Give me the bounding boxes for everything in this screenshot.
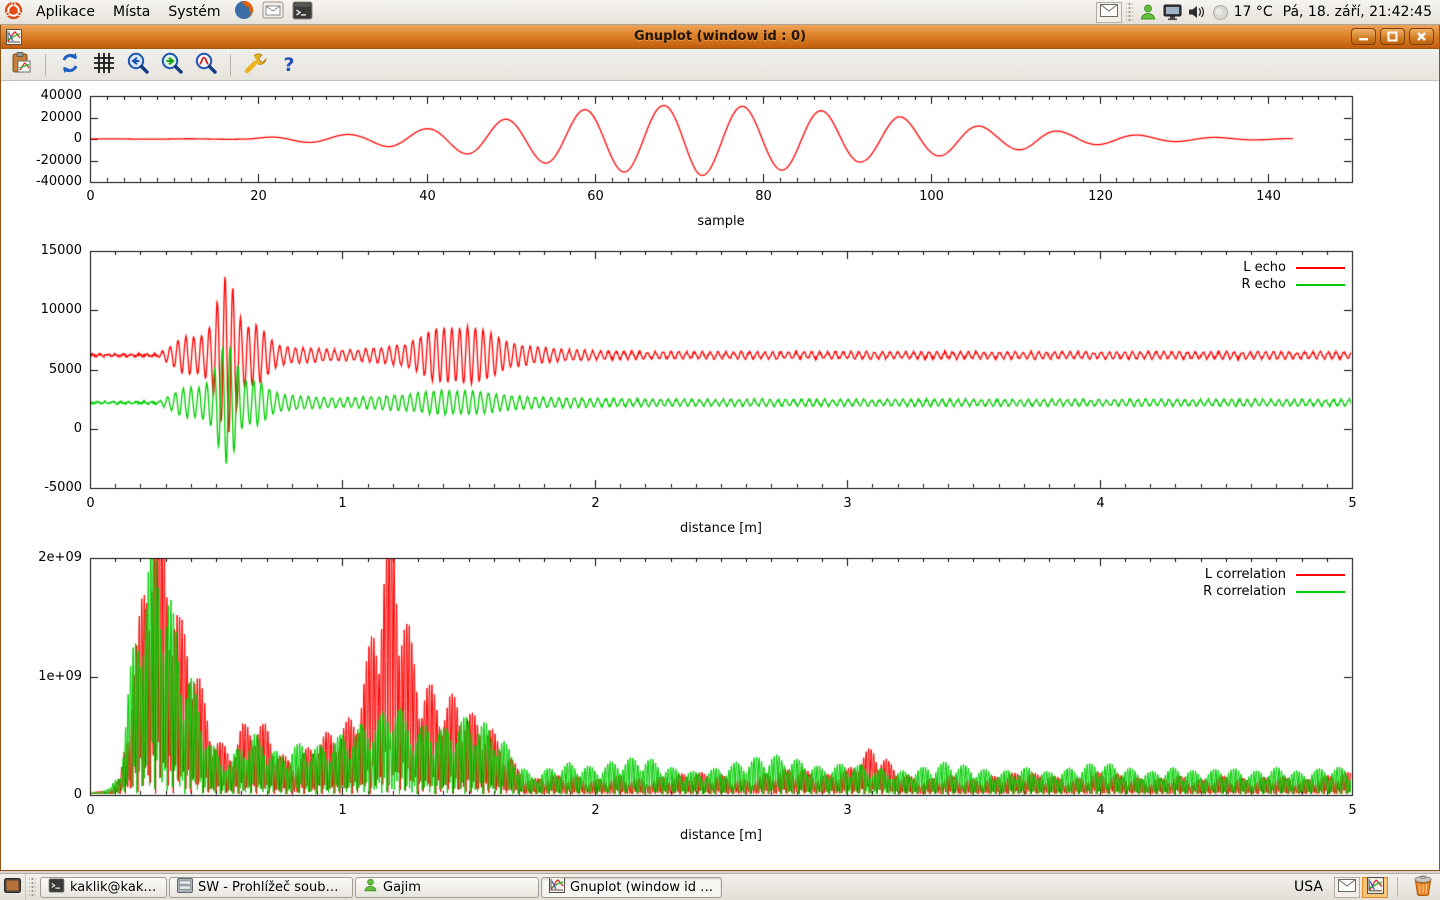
display-icon[interactable] bbox=[1160, 4, 1185, 21]
keyboard-layout-indicator[interactable]: USA bbox=[1284, 879, 1333, 895]
mail-notification-icon bbox=[1338, 879, 1356, 896]
terminal-launcher[interactable] bbox=[288, 0, 317, 24]
firefox-icon bbox=[234, 0, 254, 24]
top-panel: Aplikace Místa Systém bbox=[0, 0, 1440, 25]
top-panel-right: 17 °C Pá, 18. září, 21:42:45 bbox=[1095, 0, 1440, 24]
taskbar-item-file-manager[interactable]: SW - Prohlížeč souborů bbox=[169, 877, 353, 898]
mail-notification-icon bbox=[1100, 4, 1118, 21]
clock[interactable]: Pá, 18. září, 21:42:45 bbox=[1279, 4, 1440, 20]
firefox-launcher[interactable] bbox=[230, 0, 258, 24]
mail-icon bbox=[262, 0, 284, 24]
trash-applet[interactable] bbox=[1406, 874, 1440, 900]
trash-icon bbox=[1413, 875, 1433, 900]
mail-launcher[interactable] bbox=[258, 0, 288, 24]
show-desktop-button[interactable] bbox=[0, 874, 26, 900]
temperature-indicator[interactable]: 17 °C bbox=[1232, 4, 1279, 20]
menu-places[interactable]: Místa bbox=[104, 0, 159, 24]
menu-system[interactable]: Systém bbox=[159, 0, 229, 24]
taskbar-right: USA bbox=[1284, 874, 1440, 900]
panel-drag-handle[interactable] bbox=[1126, 3, 1133, 21]
terminal-icon bbox=[48, 878, 65, 897]
taskbar-drag-handle[interactable] bbox=[29, 878, 36, 896]
tray-separator bbox=[1397, 877, 1398, 897]
gnuplot-tray-slot[interactable] bbox=[1362, 877, 1388, 898]
file-manager-icon bbox=[177, 878, 193, 897]
ubuntu-logo-icon bbox=[4, 1, 23, 24]
taskbar-item-gnuplot[interactable]: Gnuplot (window id : 0) bbox=[541, 877, 722, 898]
terminal-icon bbox=[292, 1, 313, 24]
gajim-icon bbox=[363, 877, 378, 897]
show-desktop-icon bbox=[4, 878, 21, 897]
mail-tray-slot[interactable] bbox=[1096, 2, 1122, 23]
gnuplot-tray-icon bbox=[1367, 877, 1384, 898]
volume-icon[interactable] bbox=[1185, 4, 1209, 20]
taskbar: kaklik@kaklik-kolej-u... SW - Prohlížeč … bbox=[0, 873, 1440, 900]
gnuplot-canvas[interactable] bbox=[0, 0, 1440, 870]
ubuntu-menu-button[interactable] bbox=[0, 0, 27, 24]
taskbar-item-terminal[interactable]: kaklik@kaklik-kolej-u... bbox=[40, 877, 167, 898]
gnuplot-icon bbox=[549, 877, 565, 897]
menu-applications[interactable]: Aplikace bbox=[27, 0, 104, 24]
top-panel-left: Aplikace Místa Systém bbox=[0, 0, 317, 24]
weather-icon[interactable] bbox=[1209, 4, 1232, 21]
mail-tray-slot[interactable] bbox=[1334, 877, 1360, 898]
gajim-status-icon[interactable] bbox=[1136, 3, 1160, 21]
taskbar-item-gajim[interactable]: Gajim bbox=[355, 877, 539, 898]
